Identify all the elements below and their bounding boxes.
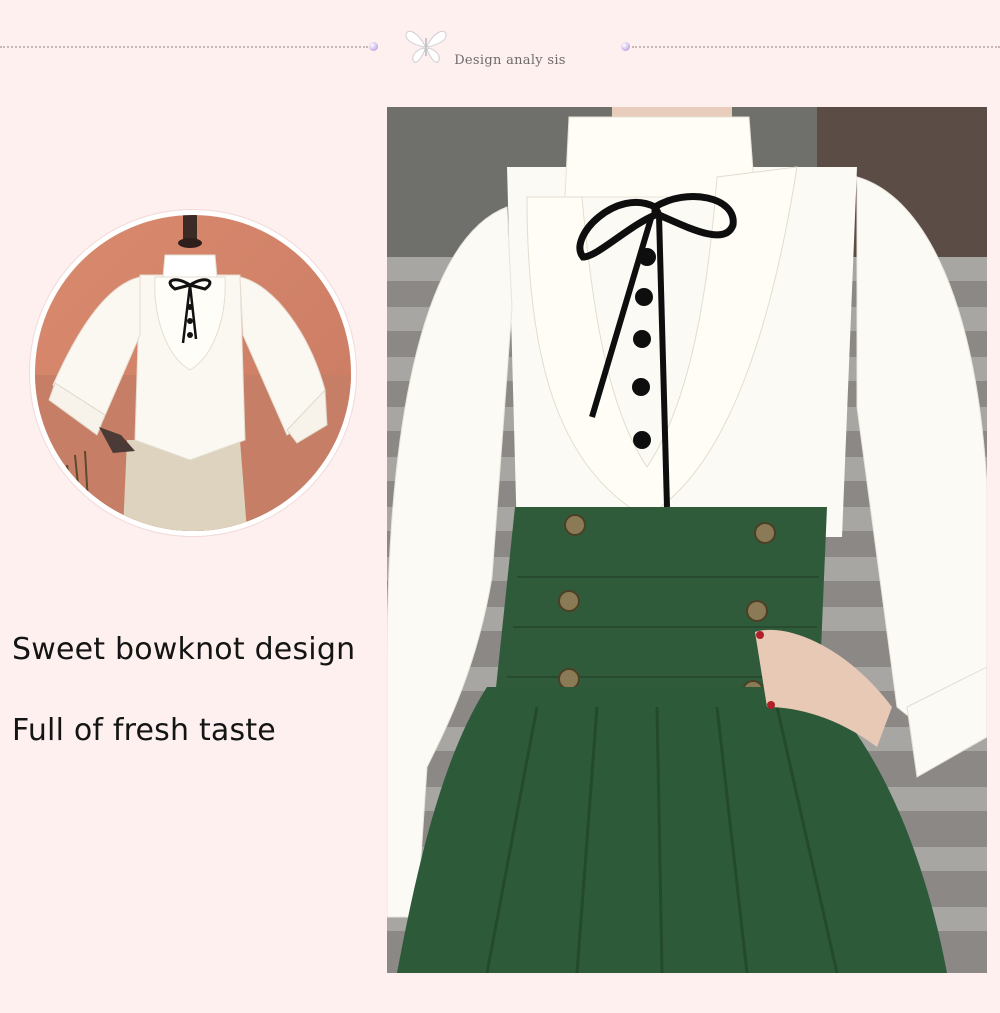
feature-line-bowknot: Sweet bowknot design [12, 632, 356, 667]
detail-photo-frame [30, 210, 356, 536]
model-blouse-skirt-photo [387, 107, 987, 973]
feature-line-fresh-taste: Full of fresh taste [12, 713, 276, 748]
section-title: Design analy sis [454, 53, 566, 68]
pearl-bead-right [621, 42, 630, 51]
dotted-divider-right [632, 46, 1000, 48]
section-header: Design analy sis [0, 0, 1000, 100]
mannequin-blouse-photo [35, 215, 351, 531]
dotted-divider-left [0, 46, 368, 48]
pearl-bead-left [369, 42, 378, 51]
